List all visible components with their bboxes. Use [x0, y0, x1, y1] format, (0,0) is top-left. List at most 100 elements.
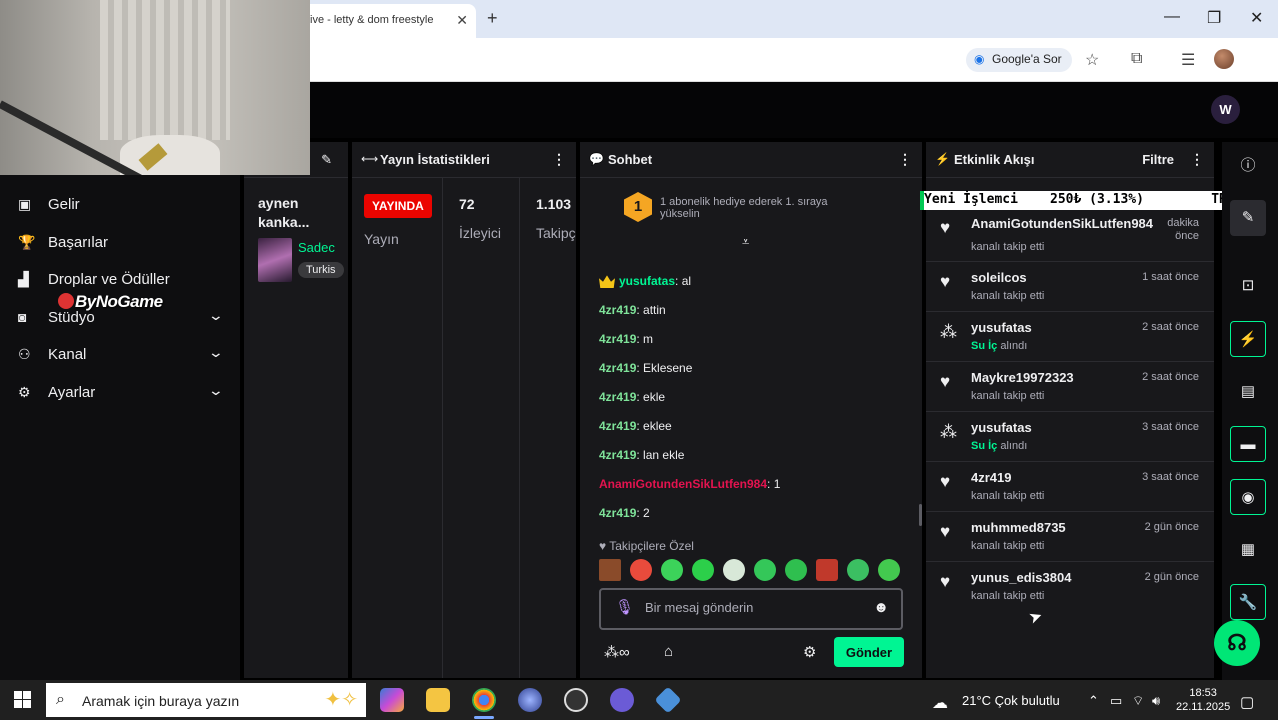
chat-scrollbar[interactable]: [919, 504, 922, 526]
discord-icon[interactable]: [610, 688, 634, 712]
microphone-icon[interactable]: 🎙: [615, 598, 634, 616]
app-icon[interactable]: [518, 688, 542, 712]
info-icon[interactable]: ⓘ: [1230, 148, 1266, 184]
emote[interactable]: [599, 559, 621, 581]
media-icon[interactable]: ☰: [1181, 50, 1195, 70]
google-sor-button[interactable]: ◉ Google'a Sor: [966, 48, 1072, 72]
file-explorer-icon[interactable]: [426, 688, 450, 712]
send-button[interactable]: Gönder: [834, 637, 904, 667]
wifi-icon[interactable]: ⌔: [1132, 693, 1144, 709]
camera-icon[interactable]: ⊡: [1230, 268, 1266, 304]
more-options-icon[interactable]: ⋮: [898, 151, 912, 168]
edit-icon[interactable]: ✎: [321, 152, 332, 168]
restore-icon[interactable]: ❐: [1207, 8, 1221, 28]
activity-username[interactable]: muhmmed8735: [971, 520, 1066, 535]
activity-username[interactable]: yusufatas: [971, 320, 1032, 335]
activity-username[interactable]: yusufatas: [971, 420, 1032, 435]
activity-username[interactable]: soleilcos: [971, 270, 1027, 285]
chat-username[interactable]: AnamiGotundenSikLutfen984: [599, 477, 767, 491]
chat-username[interactable]: yusufatas: [619, 274, 675, 288]
chat-username[interactable]: 4zr419: [599, 506, 636, 520]
notification-icon[interactable]: ▢: [1240, 693, 1254, 711]
activity-item: ♥ 4zr419 kanalı takip etti 3 saat önce: [926, 462, 1214, 512]
chat-message: 4zr419: ekle: [599, 390, 665, 404]
support-chat-icon[interactable]: ☊: [1214, 620, 1260, 666]
chat-username[interactable]: 4zr419: [599, 448, 636, 462]
new-tab-icon[interactable]: +: [487, 8, 498, 29]
emote[interactable]: [692, 559, 714, 581]
activity-username[interactable]: Maykre19972323: [971, 370, 1074, 385]
windows-start-icon[interactable]: [14, 691, 31, 708]
volume-icon[interactable]: 🔊︎: [1152, 693, 1160, 709]
chat-message: 4zr419: attin: [599, 303, 666, 317]
followers-count: 1.103: [536, 196, 572, 212]
search-placeholder: Aramak için buraya yazın: [82, 693, 240, 709]
weather-text[interactable]: 21°C Çok bulutlu: [962, 693, 1060, 708]
taskbar-search[interactable]: ⌕ Aramak için buraya yazın ✦✧: [46, 683, 366, 717]
more-options-icon[interactable]: ⋮: [552, 151, 566, 168]
gear-icon[interactable]: ⚙: [803, 643, 816, 661]
browser-tab[interactable]: ive - letty & dom freestyle ✕: [290, 4, 476, 38]
sidebar-item-droplar[interactable]: ▟ Droplar ve Ödüller: [0, 265, 240, 295]
chat-input-box[interactable]: 🎙 ☻: [599, 588, 903, 630]
emote[interactable]: [754, 559, 776, 581]
emote[interactable]: [847, 559, 869, 581]
emote[interactable]: [661, 559, 683, 581]
panel-header: 💬 Sohbet ⋮: [580, 142, 922, 178]
activity-username[interactable]: yunus_edis3804: [971, 570, 1071, 585]
stats-icon: ⟷: [361, 152, 379, 166]
chat-input[interactable]: [645, 600, 865, 615]
layout-icon[interactable]: ▦: [1230, 532, 1266, 568]
store-icon[interactable]: ⌂: [664, 643, 673, 660]
network-icon[interactable]: ▭: [1110, 693, 1122, 709]
extensions-icon[interactable]: ⧉: [1131, 50, 1142, 68]
emoji-icon[interactable]: ☻: [873, 599, 889, 616]
lightning-icon[interactable]: ⚡: [1230, 321, 1266, 357]
points-icon[interactable]: ⁂∞: [604, 643, 630, 661]
collapse-icon[interactable]: ⩡: [742, 234, 749, 250]
stream-title: aynen kanka...: [258, 195, 310, 230]
more-options-icon[interactable]: ⋮: [1190, 151, 1204, 168]
close-tab-icon[interactable]: ✕: [456, 12, 468, 29]
clock[interactable]: 18:53 22.11.2025: [1176, 686, 1230, 714]
chat-username[interactable]: 4zr419: [599, 303, 636, 317]
activity-username[interactable]: AnamiGotundenSikLutfen984: [971, 216, 1153, 231]
sidebar-item-gelir[interactable]: ▣ Gelir: [0, 190, 240, 220]
chat-username[interactable]: 4zr419: [599, 361, 636, 375]
emote[interactable]: [630, 559, 652, 581]
activity-username[interactable]: 4zr419: [971, 470, 1011, 485]
avatar[interactable]: [1214, 49, 1234, 69]
chat-username[interactable]: 4zr419: [599, 332, 636, 346]
revenue-icon: ▣: [18, 196, 32, 212]
wrench-icon[interactable]: 🔧: [1230, 584, 1266, 620]
window-close-icon[interactable]: ✕: [1250, 8, 1263, 28]
chat-text: : ekle: [636, 390, 666, 404]
edit-icon[interactable]: ✎: [1230, 200, 1266, 236]
emote[interactable]: [785, 559, 807, 581]
emote[interactable]: [723, 559, 745, 581]
activity-detail: kanalı takip etti: [971, 590, 1045, 602]
sidebar-item-basarilar[interactable]: 🏆 Başarılar: [0, 228, 240, 258]
star-icon[interactable]: ☆: [1085, 50, 1099, 70]
activity-panel: ⚡ Etkinlik Akışı Filtre ⋮ ♥ AnamiGotunde…: [926, 142, 1214, 678]
minimize-icon[interactable]: —: [1164, 8, 1180, 26]
stream-category[interactable]: Sadec: [298, 240, 335, 255]
user-logo[interactable]: W: [1211, 95, 1240, 124]
emote[interactable]: [878, 559, 900, 581]
chevron-up-icon[interactable]: ⌃: [1088, 693, 1099, 709]
sidebar-item-kanal[interactable]: ⚇ Kanal ⌄: [0, 340, 240, 370]
copilot-icon[interactable]: [380, 688, 404, 712]
document-icon[interactable]: ▤: [1230, 374, 1266, 410]
emote[interactable]: [816, 559, 838, 581]
clock-date: 22.11.2025: [1176, 701, 1231, 713]
obs-icon[interactable]: [564, 688, 588, 712]
chat-username[interactable]: 4zr419: [599, 390, 636, 404]
stream-tag[interactable]: Turkis: [298, 262, 344, 278]
heart-icon: ♥: [940, 272, 951, 291]
broadcast-icon[interactable]: ◉: [1230, 479, 1266, 515]
sidebar-item-ayarlar[interactable]: ⚙ Ayarlar ⌄: [0, 378, 240, 408]
chat-username[interactable]: 4zr419: [599, 419, 636, 433]
chat-icon[interactable]: ▬: [1230, 426, 1266, 462]
chrome-icon[interactable]: [472, 688, 496, 712]
filter-button[interactable]: Filtre: [1142, 152, 1174, 167]
